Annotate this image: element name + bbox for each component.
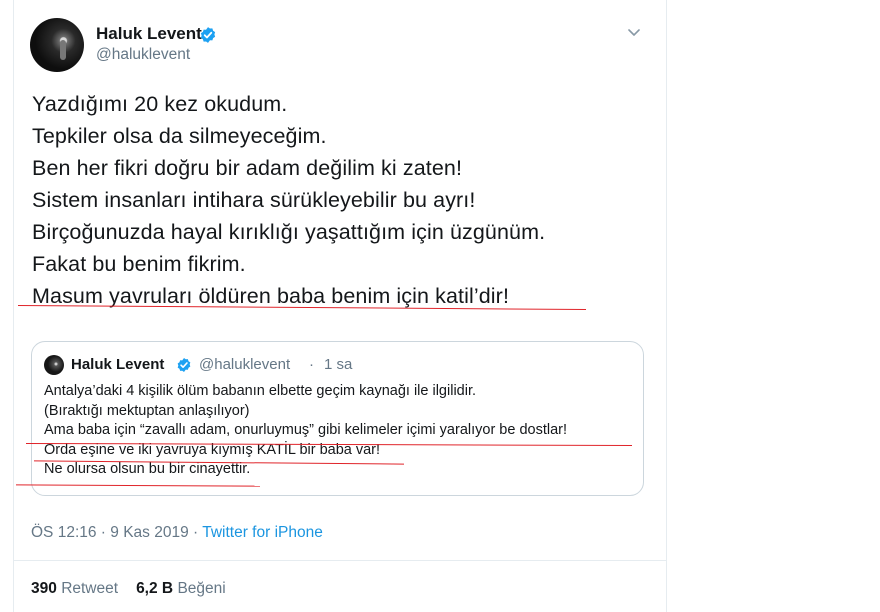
quoted-avatar-icon (44, 355, 64, 375)
meta-separator: · (188, 524, 203, 541)
quoted-line: (Bıraktığı mektuptan anlaşılıyor) (44, 402, 250, 419)
tweet-line: Birçoğunuzda hayal kırıklığı yaşattığım … (32, 220, 546, 244)
tweet-line: Ben her fikri doğru bir adam değilim ki … (32, 156, 463, 180)
retweet-label: Retweet (61, 580, 119, 597)
quoted-author-handle: @haluklevent (199, 356, 291, 373)
quoted-tweet[interactable]: Haluk Levent @haluklevent · 1 sa Antalya… (31, 341, 644, 496)
tweet-meta: ÖS 12:16 · 9 Kas 2019 · Twitter for iPho… (31, 524, 323, 542)
quoted-separator: · (309, 356, 314, 373)
quoted-author-name: Haluk Levent (71, 356, 165, 373)
tweet-line: Yazdığımı 20 kez okudum. (32, 92, 288, 116)
verified-badge-icon (200, 27, 216, 43)
verified-badge-icon (177, 358, 191, 372)
quoted-line: Ama baba için “zavallı adam, onurluymuş”… (44, 422, 568, 438)
chevron-down-icon[interactable] (626, 24, 642, 40)
like-count: 6,2 B (136, 580, 174, 597)
quoted-line: Antalya’daki 4 kişilik ölüm babanın elbe… (44, 383, 477, 399)
like-stat[interactable]: 6,2 B Beğeni (136, 580, 226, 597)
retweet-count: 390 (31, 580, 57, 597)
like-label: Beğeni (177, 580, 226, 597)
divider (14, 560, 666, 561)
tweet-line: Sistem insanları intihara sürükleyebilir… (32, 188, 476, 212)
tweet-stats: 390 Retweet 6,2 B Beğeni (31, 580, 226, 598)
author-handle[interactable]: @haluklevent (96, 46, 190, 64)
tweet-time[interactable]: ÖS 12:16 (31, 524, 97, 541)
tweet-line: Fakat bu benim fikrim. (32, 252, 246, 276)
quoted-timestamp: 1 sa (324, 356, 353, 373)
retweet-stat[interactable]: 390 Retweet (31, 580, 118, 597)
meta-separator: · (96, 524, 111, 541)
quoted-text: Antalya’daki 4 kişilik ölüm babanın elbe… (44, 382, 567, 480)
author-name[interactable]: Haluk Levent (96, 24, 202, 44)
tweet-source-link[interactable]: Twitter for iPhone (202, 524, 323, 541)
user-avatar-icon[interactable] (30, 18, 84, 72)
tweet-line: Tepkiler olsa da silmeyeceğim. (32, 124, 327, 148)
tweet-date[interactable]: 9 Kas 2019 (110, 524, 188, 541)
tweet-text: Yazdığımı 20 kez okudum. Tepkiler olsa d… (32, 88, 545, 312)
